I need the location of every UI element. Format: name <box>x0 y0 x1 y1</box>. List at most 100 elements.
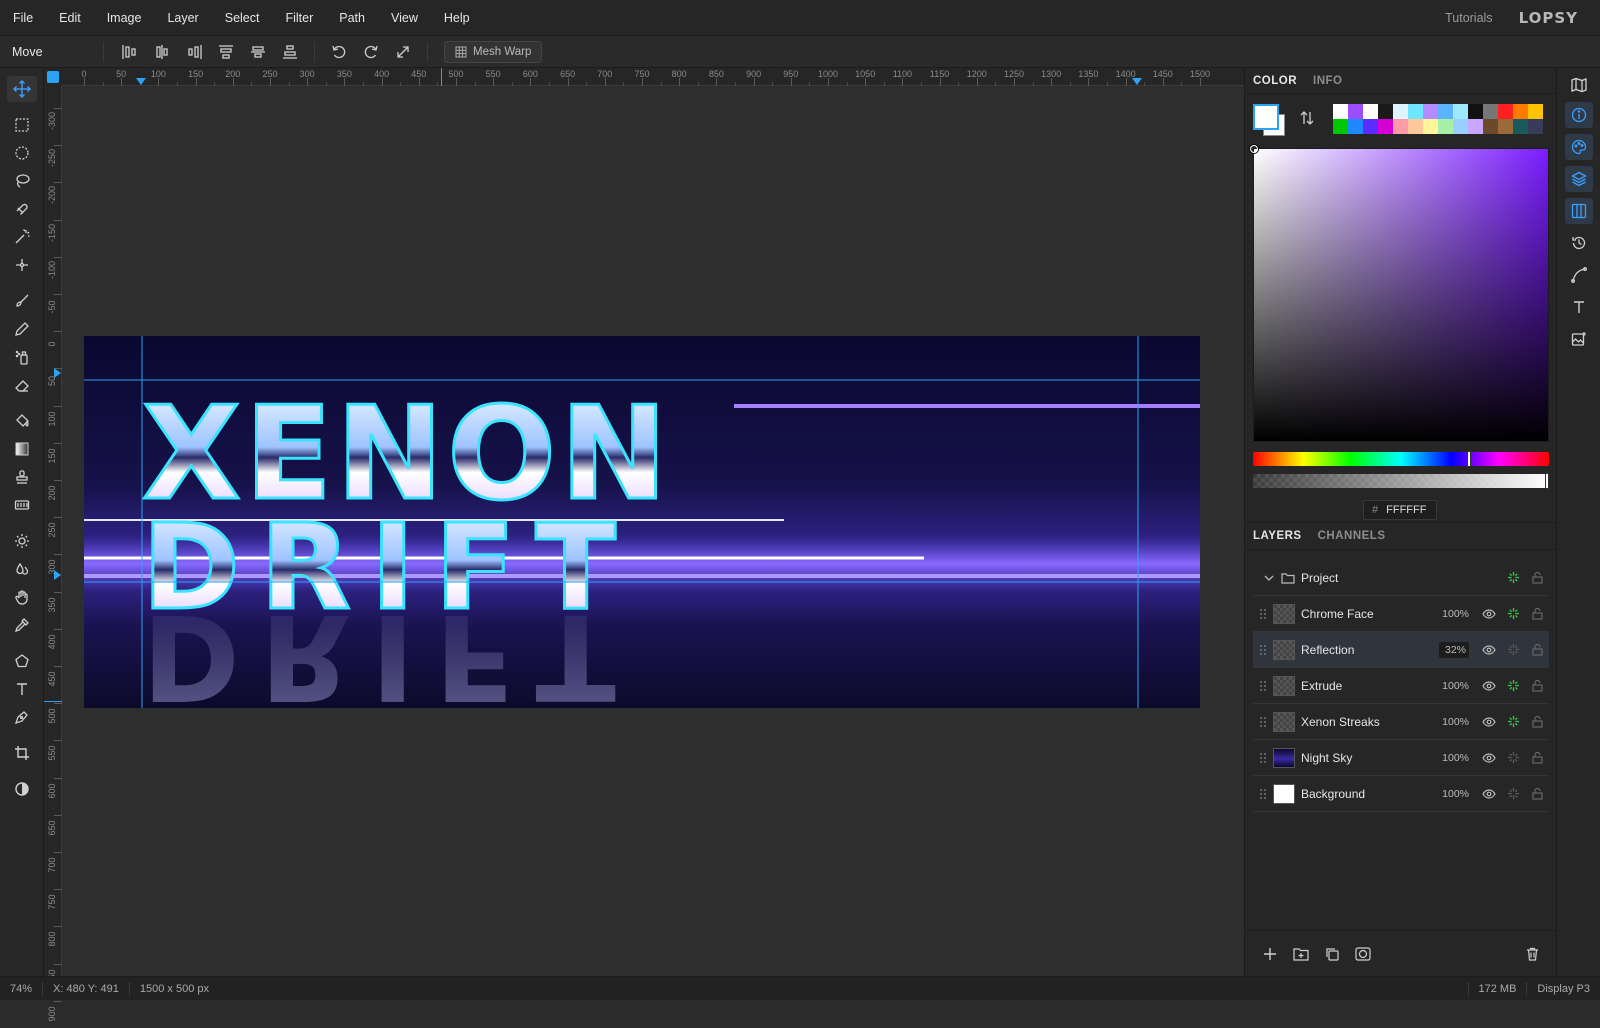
tab-channels[interactable]: CHANNELS <box>1310 523 1394 549</box>
color-swatch[interactable] <box>1438 104 1453 119</box>
fill-tool[interactable] <box>7 408 37 434</box>
color-swatch[interactable] <box>1378 119 1393 134</box>
color-swatch[interactable] <box>1483 119 1498 134</box>
menu-file[interactable]: File <box>0 0 46 36</box>
layer-visibility-toggle[interactable] <box>1477 712 1501 732</box>
burn-tool[interactable] <box>7 556 37 582</box>
hex-input[interactable]: # FFFFFF <box>1363 500 1437 520</box>
mesh-warp-button[interactable]: Mesh Warp <box>444 40 543 63</box>
color-swatch[interactable] <box>1363 104 1378 119</box>
layers-panel-button[interactable] <box>1565 166 1593 192</box>
align-center-h-button[interactable] <box>146 40 178 64</box>
color-swatch[interactable] <box>1348 119 1363 134</box>
color-swatch[interactable] <box>1393 104 1408 119</box>
color-swatch[interactable] <box>1378 104 1393 119</box>
layer-visibility-toggle[interactable] <box>1477 784 1501 804</box>
horizontal-ruler[interactable]: 0 50 100 150 200 250 300 350 400 450 500 550 600 650 7… <box>62 68 1244 86</box>
drag-handle-icon[interactable] <box>1253 752 1273 763</box>
tab-layers[interactable]: LAYERS <box>1245 523 1310 549</box>
lasso-tool[interactable] <box>7 168 37 194</box>
layer-opacity[interactable]: 32% <box>1439 641 1469 658</box>
foreground-color-swatch[interactable] <box>1253 104 1279 130</box>
layer-lock-toggle[interactable] <box>1525 676 1549 696</box>
layer-row[interactable]: Night Sky 100% <box>1253 740 1549 776</box>
vertical-ruler[interactable]: -300 -250 -200 -150 -100 -50 0 50 100 150 200 250 30… <box>44 86 62 1021</box>
stamp-tool[interactable] <box>7 464 37 490</box>
brush-tool[interactable] <box>7 288 37 314</box>
rect-select-tool[interactable] <box>7 112 37 138</box>
color-swatch[interactable] <box>1513 119 1528 134</box>
layer-opacity[interactable]: 100% <box>1435 752 1469 764</box>
layer-effects-toggle[interactable] <box>1501 604 1525 624</box>
pen-tool[interactable] <box>7 704 37 730</box>
ruler-h-marker[interactable] <box>1132 78 1142 85</box>
layer-effects-toggle[interactable] <box>1501 676 1525 696</box>
saturation-value-picker[interactable] <box>1250 145 1549 442</box>
menu-image[interactable]: Image <box>94 0 155 36</box>
layer-row[interactable]: Xenon Streaks 100% <box>1253 704 1549 740</box>
color-swatch[interactable] <box>1498 119 1513 134</box>
layer-lock-toggle[interactable] <box>1525 712 1549 732</box>
pattern-tool[interactable] <box>7 492 37 518</box>
eyedropper-tool[interactable] <box>7 612 37 638</box>
menu-edit[interactable]: Edit <box>46 0 94 36</box>
zoom-level[interactable]: 74% <box>0 981 44 996</box>
color-swatch[interactable] <box>1333 119 1348 134</box>
ruler-v-marker[interactable] <box>54 570 61 580</box>
layer-row[interactable]: Reflection 32% <box>1253 632 1549 668</box>
color-swatch[interactable] <box>1423 104 1438 119</box>
picker-handle[interactable] <box>1250 145 1258 153</box>
duplicate-layer-icon[interactable] <box>1325 947 1339 961</box>
history-panel-button[interactable] <box>1565 230 1593 256</box>
drag-handle-icon[interactable] <box>1253 788 1273 799</box>
align-bottom-button[interactable] <box>274 40 306 64</box>
ruler-v-marker[interactable] <box>54 368 61 378</box>
alpha-handle[interactable] <box>1545 473 1549 489</box>
layer-effects-toggle[interactable] <box>1501 712 1525 732</box>
align-top-button[interactable] <box>210 40 242 64</box>
color-swatch[interactable] <box>1498 104 1513 119</box>
ruler-h-marker[interactable] <box>136 78 146 85</box>
layer-effects-toggle[interactable] <box>1501 568 1525 588</box>
channels-panel-button[interactable] <box>1565 198 1593 224</box>
drag-handle-icon[interactable] <box>1253 644 1273 655</box>
mask-icon[interactable] <box>1355 946 1371 961</box>
layer-row[interactable]: Background 100% <box>1253 776 1549 812</box>
tab-color[interactable]: COLOR <box>1245 68 1305 94</box>
drag-handle-icon[interactable] <box>1253 716 1273 727</box>
chevron-down-icon[interactable] <box>1263 572 1275 584</box>
color-swatch[interactable] <box>1348 104 1363 119</box>
color-swatch[interactable] <box>1363 119 1378 134</box>
layer-lock-toggle[interactable] <box>1525 784 1549 804</box>
menu-layer[interactable]: Layer <box>154 0 211 36</box>
rotate-left-button[interactable] <box>323 40 355 64</box>
add-layer-icon[interactable] <box>1263 947 1277 961</box>
layer-row[interactable]: Chrome Face 100% <box>1253 596 1549 632</box>
workspace[interactable]: DRIFT XENON DRIFT <box>62 86 1244 976</box>
navigator-panel-button[interactable] <box>1565 72 1593 98</box>
menu-filter[interactable]: Filter <box>272 0 326 36</box>
color-swatch[interactable] <box>1333 104 1348 119</box>
gradient-tool[interactable] <box>7 436 37 462</box>
pencil-tool[interactable] <box>7 316 37 342</box>
color-swatch[interactable] <box>1453 104 1468 119</box>
drag-handle-icon[interactable] <box>1253 608 1273 619</box>
layer-lock-toggle[interactable] <box>1525 568 1549 588</box>
color-swatch[interactable] <box>1528 104 1543 119</box>
swap-colors-icon[interactable] <box>1299 110 1315 126</box>
layer-opacity[interactable]: 100% <box>1435 788 1469 800</box>
dodge-tool[interactable] <box>7 528 37 554</box>
color-swatch[interactable] <box>1453 119 1468 134</box>
align-right-button[interactable] <box>178 40 210 64</box>
color-swatch[interactable] <box>1408 119 1423 134</box>
hue-handle[interactable] <box>1467 451 1471 467</box>
layer-effects-toggle[interactable] <box>1501 640 1525 660</box>
crop-tool[interactable] <box>7 740 37 766</box>
layer-visibility-toggle[interactable] <box>1477 676 1501 696</box>
ruler-origin-button[interactable] <box>47 71 59 83</box>
layer-opacity[interactable]: 100% <box>1435 680 1469 692</box>
layer-opacity[interactable]: 100% <box>1435 608 1469 620</box>
new-group-icon[interactable] <box>1293 947 1309 961</box>
alpha-slider[interactable] <box>1253 473 1549 489</box>
color-swatch[interactable] <box>1513 104 1528 119</box>
